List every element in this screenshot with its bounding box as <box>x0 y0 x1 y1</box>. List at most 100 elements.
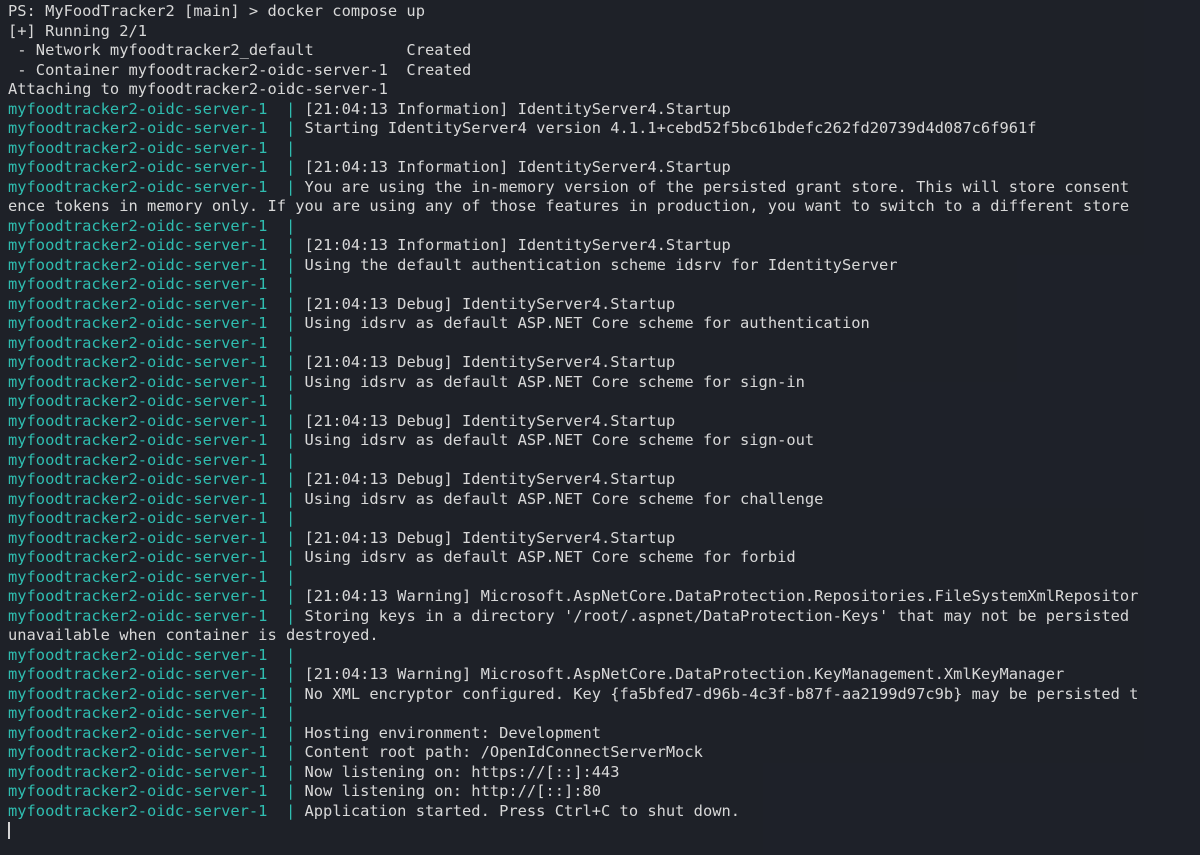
log-line: myfoodtracker2-oidc-server-1 | <box>8 139 1200 159</box>
service-name-prefix: myfoodtracker2-oidc-server-1 | <box>8 548 305 566</box>
service-name-prefix: myfoodtracker2-oidc-server-1 | <box>8 236 305 254</box>
log-line: myfoodtracker2-oidc-server-1 | Using the… <box>8 256 1200 276</box>
service-name-prefix: myfoodtracker2-oidc-server-1 | <box>8 158 305 176</box>
log-line: myfoodtracker2-oidc-server-1 | Now liste… <box>8 763 1200 783</box>
log-line: myfoodtracker2-oidc-server-1 | [21:04:13… <box>8 353 1200 373</box>
log-message: Now listening on: http://[::]:80 <box>304 782 602 800</box>
log-line: ence tokens in memory only. If you are u… <box>8 197 1200 217</box>
log-line: unavailable when container is destroyed. <box>8 626 1200 646</box>
log-line: myfoodtracker2-oidc-server-1 | No XML en… <box>8 685 1200 705</box>
log-line: myfoodtracker2-oidc-server-1 | [21:04:13… <box>8 412 1200 432</box>
log-line: myfoodtracker2-oidc-server-1 | [21:04:13… <box>8 470 1200 490</box>
log-message: [21:04:13 Information] IdentityServer4.S… <box>304 158 731 176</box>
service-name-prefix: myfoodtracker2-oidc-server-1 | <box>8 782 305 800</box>
service-name-prefix: myfoodtracker2-oidc-server-1 | <box>8 275 305 293</box>
log-message: [21:04:13 Warning] Microsoft.AspNetCore.… <box>304 665 1065 683</box>
log-line: myfoodtracker2-oidc-server-1 | <box>8 704 1200 724</box>
service-name-prefix: myfoodtracker2-oidc-server-1 | <box>8 470 305 488</box>
log-line: myfoodtracker2-oidc-server-1 | [21:04:13… <box>8 295 1200 315</box>
log-message: [21:04:13 Information] IdentityServer4.S… <box>304 236 731 254</box>
log-line: myfoodtracker2-oidc-server-1 | [21:04:13… <box>8 236 1200 256</box>
service-name-prefix: myfoodtracker2-oidc-server-1 | <box>8 99 305 118</box>
service-name-prefix: myfoodtracker2-oidc-server-1 | <box>8 684 305 703</box>
terminal-window[interactable]: PS: MyFoodTracker2 [main] > docker compo… <box>0 0 1200 855</box>
log-message: Using idsrv as default ASP.NET Core sche… <box>304 372 805 391</box>
service-name-prefix: myfoodtracker2-oidc-server-1 | <box>8 431 305 449</box>
service-name-prefix: myfoodtracker2-oidc-server-1 | <box>8 528 305 547</box>
log-line: myfoodtracker2-oidc-server-1 | Storing k… <box>8 607 1200 627</box>
log-message: Storing keys in a directory '/root/.aspn… <box>304 606 1130 625</box>
log-line: myfoodtracker2-oidc-server-1 | <box>8 334 1200 354</box>
service-name-prefix: myfoodtracker2-oidc-server-1 | <box>8 801 305 820</box>
network-created-line: - Network myfoodtracker2_default Created <box>8 41 472 59</box>
log-message: [21:04:13 Warning] Microsoft.AspNetCore.… <box>304 587 1139 605</box>
service-name-prefix: myfoodtracker2-oidc-server-1 | <box>8 723 305 742</box>
log-message: [21:04:13 Debug] IdentityServer4.Startup <box>304 470 676 488</box>
log-line: myfoodtracker2-oidc-server-1 | [21:04:13… <box>8 158 1200 178</box>
service-name-prefix: myfoodtracker2-oidc-server-1 | <box>8 314 305 332</box>
log-message: Using idsrv as default ASP.NET Core sche… <box>304 431 815 449</box>
service-name-prefix: myfoodtracker2-oidc-server-1 | <box>8 665 305 683</box>
log-line: myfoodtracker2-oidc-server-1 | Now liste… <box>8 782 1200 802</box>
compose-running-status: [+] Running 2/1 <box>8 21 147 40</box>
log-line: myfoodtracker2-oidc-server-1 | [21:04:13… <box>8 529 1200 549</box>
log-line: myfoodtracker2-oidc-server-1 | <box>8 451 1200 471</box>
service-name-prefix: myfoodtracker2-oidc-server-1 | <box>8 294 305 313</box>
attaching-line: Attaching to myfoodtracker2-oidc-server-… <box>8 80 388 98</box>
log-message: [21:04:13 Debug] IdentityServer4.Startup <box>304 411 676 430</box>
service-name-prefix: myfoodtracker2-oidc-server-1 | <box>8 450 305 469</box>
log-line: myfoodtracker2-oidc-server-1 | Using ids… <box>8 548 1200 568</box>
log-message: Using idsrv as default ASP.NET Core sche… <box>304 548 796 566</box>
container-created-line: - Container myfoodtracker2-oidc-server-1… <box>8 60 472 79</box>
log-message: [21:04:13 Debug] IdentityServer4.Startup <box>304 294 676 313</box>
log-line: myfoodtracker2-oidc-server-1 | Using ids… <box>8 314 1200 334</box>
log-line: myfoodtracker2-oidc-server-1 | Applicati… <box>8 802 1200 822</box>
log-message: Starting IdentityServer4 version 4.1.1+c… <box>304 119 1037 137</box>
service-name-prefix: myfoodtracker2-oidc-server-1 | <box>8 645 305 664</box>
service-name-prefix: myfoodtracker2-oidc-server-1 | <box>8 372 305 391</box>
log-line: myfoodtracker2-oidc-server-1 | <box>8 217 1200 237</box>
input-line[interactable] <box>8 821 1200 841</box>
log-message: Using idsrv as default ASP.NET Core sche… <box>304 314 870 332</box>
log-line: myfoodtracker2-oidc-server-1 | [21:04:13… <box>8 100 1200 120</box>
service-name-prefix: myfoodtracker2-oidc-server-1 | <box>8 333 305 352</box>
log-message: You are using the in-memory version of t… <box>304 177 1130 196</box>
log-output: myfoodtracker2-oidc-server-1 | [21:04:13… <box>8 100 1200 822</box>
log-line: myfoodtracker2-oidc-server-1 | <box>8 392 1200 412</box>
service-name-prefix: myfoodtracker2-oidc-server-1 | <box>8 392 305 410</box>
log-line: myfoodtracker2-oidc-server-1 | Using ids… <box>8 373 1200 393</box>
service-name-prefix: myfoodtracker2-oidc-server-1 | <box>8 216 305 235</box>
service-name-prefix: myfoodtracker2-oidc-server-1 | <box>8 762 305 781</box>
terminal-prompt: PS: MyFoodTracker2 [main] > docker compo… <box>8 2 425 20</box>
service-name-prefix: myfoodtracker2-oidc-server-1 | <box>8 138 305 157</box>
log-line: myfoodtracker2-oidc-server-1 | <box>8 509 1200 529</box>
service-name-prefix: myfoodtracker2-oidc-server-1 | <box>8 255 305 274</box>
log-message: No XML encryptor configured. Key {fa5bfe… <box>304 684 1139 703</box>
service-name-prefix: myfoodtracker2-oidc-server-1 | <box>8 177 305 196</box>
log-message: [21:04:13 Debug] IdentityServer4.Startup <box>304 528 676 547</box>
service-name-prefix: myfoodtracker2-oidc-server-1 | <box>8 353 305 371</box>
log-line: myfoodtracker2-oidc-server-1 | You are u… <box>8 178 1200 198</box>
service-name-prefix: myfoodtracker2-oidc-server-1 | <box>8 704 305 722</box>
log-message: Hosting environment: Development <box>304 723 602 742</box>
service-name-prefix: myfoodtracker2-oidc-server-1 | <box>8 606 305 625</box>
log-message: Now listening on: https://[::]:443 <box>304 762 620 781</box>
log-line: myfoodtracker2-oidc-server-1 | <box>8 568 1200 588</box>
log-line: myfoodtracker2-oidc-server-1 | Hosting e… <box>8 724 1200 744</box>
log-message: Using the default authentication scheme … <box>304 255 898 274</box>
service-name-prefix: myfoodtracker2-oidc-server-1 | <box>8 411 305 430</box>
log-message: Application started. Press Ctrl+C to shu… <box>304 801 741 820</box>
service-name-prefix: myfoodtracker2-oidc-server-1 | <box>8 567 305 586</box>
log-message: ence tokens in memory only. If you are u… <box>8 197 1130 215</box>
log-line: myfoodtracker2-oidc-server-1 | Content r… <box>8 743 1200 763</box>
log-message: [21:04:13 Information] IdentityServer4.S… <box>304 99 731 118</box>
log-message: unavailable when container is destroyed. <box>8 626 379 644</box>
log-message: Content root path: /OpenIdConnectServerM… <box>304 743 703 761</box>
log-line: myfoodtracker2-oidc-server-1 | <box>8 275 1200 295</box>
service-name-prefix: myfoodtracker2-oidc-server-1 | <box>8 119 305 137</box>
log-message: [21:04:13 Debug] IdentityServer4.Startup <box>304 353 676 371</box>
service-name-prefix: myfoodtracker2-oidc-server-1 | <box>8 509 305 527</box>
log-line: myfoodtracker2-oidc-server-1 | [21:04:13… <box>8 587 1200 607</box>
service-name-prefix: myfoodtracker2-oidc-server-1 | <box>8 587 305 605</box>
log-line: myfoodtracker2-oidc-server-1 | Starting … <box>8 119 1200 139</box>
